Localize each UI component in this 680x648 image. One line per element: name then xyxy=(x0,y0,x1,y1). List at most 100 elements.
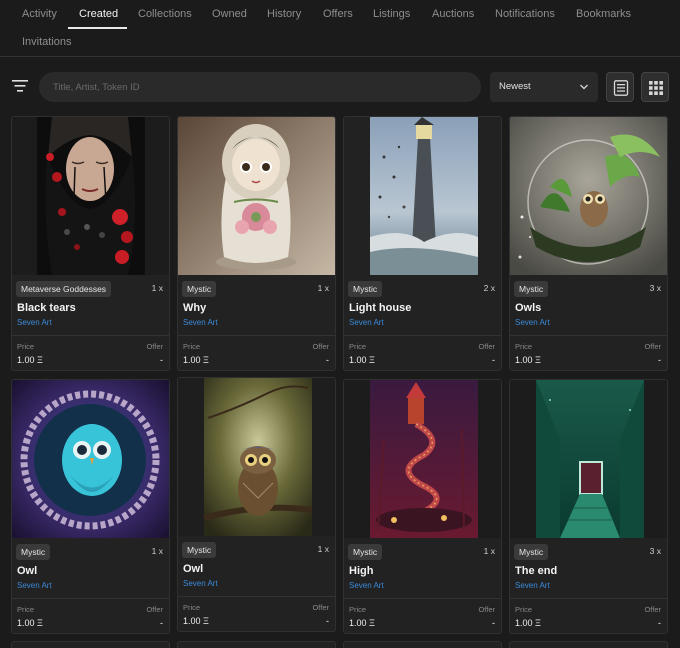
nft-artwork-image[interactable] xyxy=(344,117,501,275)
sort-selected-label: Newest xyxy=(499,81,531,92)
sort-select[interactable]: Newest xyxy=(490,72,598,102)
tab-auctions[interactable]: Auctions xyxy=(432,8,474,20)
price-value: 1.00 Ξ xyxy=(515,618,541,628)
grid-view-icon xyxy=(649,81,663,95)
tab-notifications[interactable]: Notifications xyxy=(495,8,555,20)
nft-card[interactable]: Metaverse Goddesses 1 x Black tears Seve… xyxy=(11,116,170,371)
nft-artwork-image[interactable] xyxy=(510,380,667,538)
card-divider xyxy=(344,598,501,599)
nft-title: Light house xyxy=(349,302,412,314)
collection-badge[interactable]: Mystic xyxy=(348,544,383,560)
eth-icon: Ξ xyxy=(203,616,209,626)
search-bar xyxy=(39,72,481,102)
nft-artwork-image[interactable] xyxy=(12,380,169,538)
card-divider xyxy=(510,335,667,336)
edition-quantity: 1 x xyxy=(151,546,163,556)
nft-card[interactable]: Mystic 1 x Owl Seven Art Price Offer 1.0… xyxy=(177,377,336,632)
offer-value: - xyxy=(492,355,495,365)
creator-link[interactable]: Seven Art xyxy=(17,581,52,590)
profile-tabs: Activity Created Collections Owned Histo… xyxy=(0,0,680,57)
offer-label: Offer xyxy=(312,603,329,612)
creator-link[interactable]: Seven Art xyxy=(515,581,550,590)
offer-label: Offer xyxy=(644,342,661,351)
collection-badge[interactable]: Mystic xyxy=(182,281,217,297)
collection-badge[interactable]: Mystic xyxy=(348,281,383,297)
price-label: Price xyxy=(183,603,201,612)
nft-title: The end xyxy=(515,565,558,577)
creator-link[interactable]: Seven Art xyxy=(183,318,218,327)
creator-link[interactable]: Seven Art xyxy=(515,318,550,327)
nft-title: Owl xyxy=(183,563,204,575)
eth-icon: Ξ xyxy=(535,355,541,365)
price-label: Price xyxy=(349,342,367,351)
collection-badge[interactable]: Mystic xyxy=(514,281,549,297)
nft-title: Owls xyxy=(515,302,542,314)
nft-card[interactable]: Mystic 1 x Owl Seven Art Price Offer 1.0… xyxy=(11,379,170,634)
card-divider xyxy=(510,598,667,599)
offer-label: Offer xyxy=(644,605,661,614)
tab-listings[interactable]: Listings xyxy=(373,8,410,20)
nft-card[interactable]: Mystic 2 x Light house Seven Art Price O… xyxy=(343,116,502,371)
offer-value: - xyxy=(658,355,661,365)
search-input[interactable] xyxy=(53,72,473,102)
tab-bookmarks[interactable]: Bookmarks xyxy=(576,8,631,20)
edition-quantity: 3 x xyxy=(649,546,661,556)
price-value: 1.00 Ξ xyxy=(183,616,209,626)
edition-quantity: 1 x xyxy=(317,544,329,554)
collection-badge[interactable]: Mystic xyxy=(16,544,51,560)
price-label: Price xyxy=(183,342,201,351)
edition-quantity: 1 x xyxy=(483,546,495,556)
tab-activity[interactable]: Activity xyxy=(22,8,57,20)
nft-card[interactable]: Mystic 3 x Owls Seven Art Price Offer 1.… xyxy=(509,116,668,371)
price-value: 1.00 Ξ xyxy=(17,355,43,365)
creator-link[interactable]: Seven Art xyxy=(17,318,52,327)
nft-title: High xyxy=(349,565,374,577)
offer-label: Offer xyxy=(312,342,329,351)
eth-icon: Ξ xyxy=(535,618,541,628)
collection-badge[interactable]: Mystic xyxy=(514,544,549,560)
grid-view-button[interactable] xyxy=(641,72,669,102)
nft-artwork-image[interactable] xyxy=(178,378,335,536)
card-divider xyxy=(12,335,169,336)
nft-artwork-image[interactable] xyxy=(12,117,169,275)
tab-offers[interactable]: Offers xyxy=(323,8,353,20)
creator-link[interactable]: Seven Art xyxy=(349,581,384,590)
collection-badge[interactable]: Metaverse Goddesses xyxy=(16,281,112,297)
offer-value: - xyxy=(326,355,329,365)
tab-created[interactable]: Created xyxy=(79,8,118,20)
nft-card[interactable]: Mystic 1 x Why Seven Art Price Offer 1.0… xyxy=(177,116,336,371)
nft-artwork-image[interactable] xyxy=(344,380,501,538)
card-divider xyxy=(178,335,335,336)
tab-collections[interactable]: Collections xyxy=(138,8,192,20)
nft-card-partial[interactable] xyxy=(11,641,170,648)
edition-quantity: 2 x xyxy=(483,283,495,293)
filter-icon[interactable] xyxy=(11,79,29,93)
offer-value: - xyxy=(160,355,163,365)
nft-artwork-image[interactable] xyxy=(178,117,335,275)
list-view-button[interactable] xyxy=(606,72,634,102)
nft-card-partial[interactable] xyxy=(177,641,336,648)
tab-history[interactable]: History xyxy=(267,8,301,20)
tab-owned[interactable]: Owned xyxy=(212,8,247,20)
list-view-icon xyxy=(613,80,629,96)
nft-card[interactable]: Mystic 3 x The end Seven Art Price Offer… xyxy=(509,379,668,634)
card-divider xyxy=(344,335,501,336)
eth-icon: Ξ xyxy=(203,355,209,365)
edition-quantity: 1 x xyxy=(317,283,329,293)
card-divider xyxy=(12,598,169,599)
nft-title: Owl xyxy=(17,565,38,577)
offer-label: Offer xyxy=(478,605,495,614)
tab-invitations[interactable]: Invitations xyxy=(22,36,72,48)
nft-card-partial[interactable] xyxy=(509,641,668,648)
creator-link[interactable]: Seven Art xyxy=(183,579,218,588)
nft-title: Black tears xyxy=(17,302,76,314)
active-tab-indicator xyxy=(68,27,127,29)
offer-label: Offer xyxy=(146,605,163,614)
price-label: Price xyxy=(17,605,35,614)
nft-card[interactable]: Mystic 1 x High Seven Art Price Offer 1.… xyxy=(343,379,502,634)
nft-card-partial[interactable] xyxy=(343,641,502,648)
collection-badge[interactable]: Mystic xyxy=(182,542,217,558)
creator-link[interactable]: Seven Art xyxy=(349,318,384,327)
nft-artwork-image[interactable] xyxy=(510,117,667,275)
price-value: 1.00 Ξ xyxy=(183,355,209,365)
